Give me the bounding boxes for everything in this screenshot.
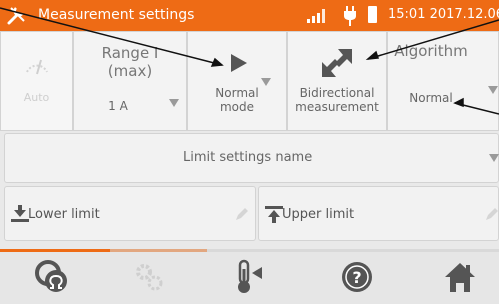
algorithm-dropdown-arrow (488, 86, 498, 94)
mode-dropdown-arrow (261, 78, 271, 86)
status-time: 15:01 2017.12.06 (388, 7, 499, 22)
edit-pencil-icon (236, 208, 248, 220)
upper-limit-label: Upper limit (282, 207, 355, 222)
power-plug-icon (344, 6, 356, 26)
gauge-needle-icon (26, 59, 48, 75)
upper-limit-icon (265, 206, 283, 223)
settings-gears-icon[interactable] (131, 259, 167, 295)
auto-range-toggle[interactable]: Auto (0, 31, 73, 131)
active-tab-indicator-secondary (107, 249, 207, 252)
thermometer-icon[interactable] (230, 259, 266, 295)
algorithm-value: Normal (409, 91, 453, 105)
limit-settings-label: Limit settings name (183, 150, 313, 165)
limit-settings-dropdown-arrow (489, 154, 499, 162)
limit-settings-selector[interactable]: Limit settings name (4, 133, 499, 183)
page-title: Measurement settings (38, 7, 195, 23)
range-dropdown-arrow (169, 99, 179, 107)
lower-limit-icon (11, 205, 29, 222)
lower-limit-label: Lower limit (28, 207, 100, 222)
bidirectional-label: Bidirectional measurement (295, 86, 379, 114)
range-title: Range I (max) (101, 44, 159, 80)
svg-text:?: ? (352, 268, 361, 287)
wrench-screwdriver-icon[interactable] (6, 4, 28, 26)
lower-limit-field[interactable]: Lower limit (4, 186, 256, 241)
bidirectional-arrows-icon (322, 49, 352, 77)
battery-icon (368, 6, 377, 23)
help-icon[interactable]: ? (339, 259, 375, 295)
home-icon[interactable] (442, 259, 478, 295)
upper-limit-field[interactable]: Upper limit (258, 186, 499, 241)
active-tab-indicator (0, 249, 110, 252)
bidirectional-measurement-toggle[interactable]: Bidirectional measurement (287, 31, 387, 131)
ohm-meter-icon[interactable] (34, 259, 70, 295)
range-value: 1 A (108, 99, 128, 113)
bottom-navigation: ? (0, 249, 499, 304)
mode-selector[interactable]: Normal mode (187, 31, 287, 131)
algorithm-selector[interactable]: Algorithm Normal (387, 31, 499, 131)
top-bar: Measurement settings 15:01 2017.12.06 (0, 0, 499, 31)
edit-pencil-icon (486, 208, 498, 220)
algorithm-title: Algorithm (394, 42, 468, 60)
range-selector[interactable]: Range I (max) 1 A (73, 31, 187, 131)
mode-label: Normal mode (215, 86, 259, 114)
play-icon (231, 54, 247, 72)
signal-strength-icon (307, 9, 325, 23)
